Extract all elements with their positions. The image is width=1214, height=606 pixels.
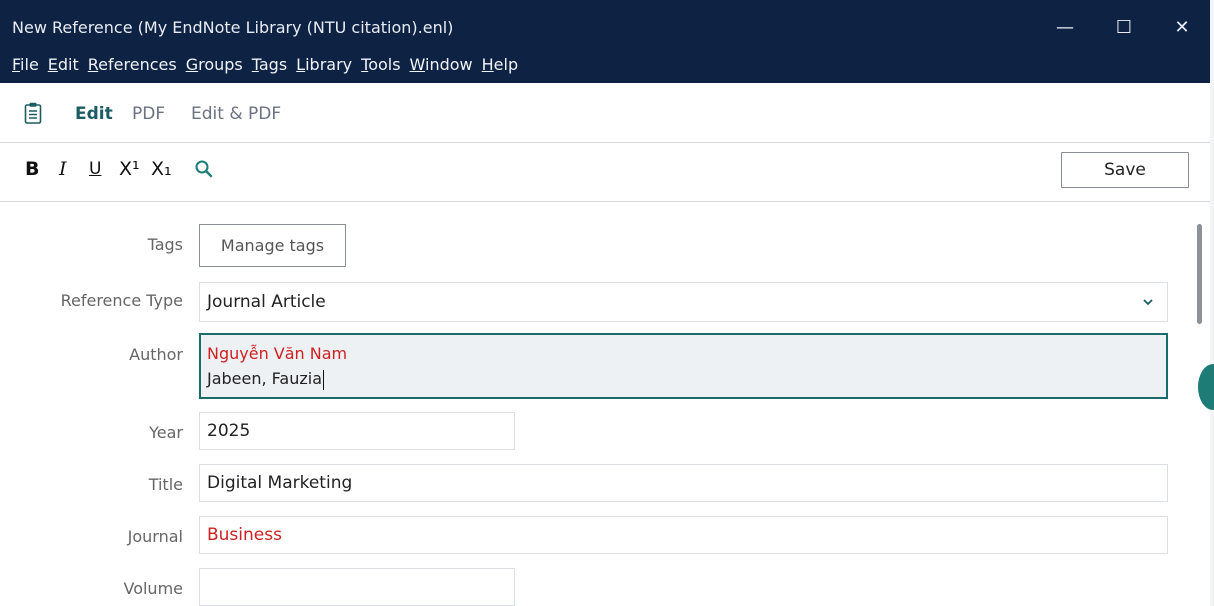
clipboard-icon[interactable] xyxy=(24,102,42,128)
scrollbar-thumb[interactable] xyxy=(1197,224,1202,324)
save-button[interactable]: Save xyxy=(1061,152,1189,188)
title-bar: New Reference (My EndNote Library (NTU c… xyxy=(0,0,1210,83)
chevron-down-icon xyxy=(1141,294,1155,314)
menu-references[interactable]: References xyxy=(88,55,177,74)
reference-type-label: Reference Type xyxy=(60,291,183,310)
title-label: Title xyxy=(148,475,183,494)
format-toolbar: B I U X¹ X₁ Save xyxy=(0,143,1210,202)
background-app-edge xyxy=(1210,0,1214,606)
new-reference-window: New Reference (My EndNote Library (NTU c… xyxy=(0,0,1211,606)
tab-edit-pdf[interactable]: Edit & PDF xyxy=(191,104,281,124)
bold-button[interactable]: B xyxy=(25,158,39,180)
menu-library[interactable]: Library xyxy=(296,55,352,74)
title-field[interactable]: Digital Marketing xyxy=(199,464,1168,502)
journal-label: Journal xyxy=(127,527,183,546)
italic-button[interactable]: I xyxy=(59,158,67,180)
menu-help[interactable]: Help xyxy=(482,55,518,74)
menu-edit[interactable]: Edit xyxy=(48,55,79,74)
manage-tags-button[interactable]: Manage tags xyxy=(199,224,346,267)
underline-button[interactable]: U xyxy=(89,159,101,179)
tab-pdf[interactable]: PDF xyxy=(132,104,165,124)
tab-edit[interactable]: Edit xyxy=(75,104,113,124)
reference-type-value: Journal Article xyxy=(207,292,326,312)
close-icon: ✕ xyxy=(1174,16,1190,38)
menu-file[interactable]: File xyxy=(12,55,39,74)
view-tabs: Edit PDF Edit & PDF xyxy=(0,83,1210,143)
close-button[interactable]: ✕ xyxy=(1162,12,1202,42)
tags-label: Tags xyxy=(147,235,183,254)
menu-tools[interactable]: Tools xyxy=(361,55,400,74)
minimize-button[interactable]: — xyxy=(1045,12,1085,42)
text-caret xyxy=(323,369,325,390)
author-line-2: Jabeen, Fauzia xyxy=(207,369,325,390)
journal-field[interactable]: Business xyxy=(199,516,1168,554)
volume-field[interactable] xyxy=(199,568,515,606)
volume-label: Volume xyxy=(123,579,183,598)
reference-type-select[interactable]: Journal Article xyxy=(199,282,1168,322)
minimize-icon: — xyxy=(1056,16,1074,38)
author-label: Author xyxy=(129,345,183,364)
menu-bar: File Edit References Groups Tags Library… xyxy=(12,55,527,74)
author-field[interactable]: Nguyễn Văn Nam Jabeen, Fauzia xyxy=(199,333,1168,399)
author-line-1: Nguyễn Văn Nam xyxy=(207,344,348,363)
menu-tags[interactable]: Tags xyxy=(252,55,287,74)
menu-groups[interactable]: Groups xyxy=(186,55,243,74)
year-label: Year xyxy=(149,423,183,442)
superscript-button[interactable]: X¹ xyxy=(119,158,140,180)
maximize-icon: ☐ xyxy=(1115,16,1133,38)
menu-window[interactable]: Window xyxy=(410,55,473,74)
subscript-button[interactable]: X₁ xyxy=(151,158,172,180)
year-field[interactable]: 2025 xyxy=(199,412,515,450)
search-icon[interactable] xyxy=(194,159,214,183)
window-title: New Reference (My EndNote Library (NTU c… xyxy=(12,18,454,37)
reference-form: Tags Manage tags Reference Type Journal … xyxy=(0,202,1190,606)
maximize-button[interactable]: ☐ xyxy=(1104,12,1144,42)
